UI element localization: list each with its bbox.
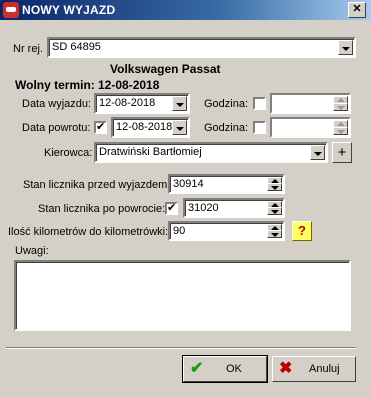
km-count-field[interactable]: 90 [168,221,285,241]
departure-date-label: Data wyjazdu: [22,98,92,110]
odometer-end-field[interactable]: 31020 [183,198,285,218]
window-title: NOWY WYJAZD [22,3,116,17]
driver-select[interactable]: Dratwiński Bartłomiej [94,142,328,163]
departure-time-checkbox[interactable] [253,97,266,110]
departure-time-label: Godzina: [204,98,249,110]
spin-down-icon[interactable] [267,183,282,191]
nr-rej-value: SD 64895 [52,41,101,53]
nr-rej-select[interactable]: SD 64895 [47,37,356,58]
add-driver-button[interactable]: + [332,142,352,163]
return-time-field[interactable] [270,117,351,138]
car-icon [3,2,19,18]
departure-date-picker[interactable]: 12-08-2018 [94,93,190,114]
driver-label: Kierowca: [44,147,93,159]
check-icon: ✔ [190,360,204,377]
help-button[interactable]: ? [292,221,312,241]
nr-rej-label: Nr rej. [13,43,43,55]
return-date-label: Data powrotu: [22,122,91,134]
km-count-label: Ilość kilometrów do kilometrówki: [8,226,169,238]
cancel-button[interactable]: ✖ Anuluj [272,356,356,382]
chevron-down-icon[interactable] [310,145,325,160]
return-date-checkbox[interactable] [94,120,107,134]
plus-icon: + [337,144,347,161]
return-time-label: Godzina: [204,122,249,134]
odometer-end-label: Stan licznika po powrocie: [38,203,166,215]
vehicle-name: Volkswagen Passat [110,62,221,76]
free-date-value: 12-08-2018 [98,78,160,92]
driver-value: Dratwiński Bartłomiej [99,146,202,158]
return-time-checkbox[interactable] [253,121,266,134]
close-icon: ✕ [352,3,362,15]
cancel-label: Anuluj [309,363,340,375]
chevron-down-icon[interactable] [338,40,353,55]
spin-down-icon[interactable] [333,103,348,111]
return-date-picker[interactable]: 12-08-2018 [111,117,190,138]
departure-time-field[interactable] [270,93,351,114]
x-icon: ✖ [279,360,293,377]
chevron-down-icon[interactable] [172,120,187,135]
spin-down-icon[interactable] [267,207,282,215]
odometer-start-label: Stan licznika przed wyjazdem: [23,179,171,191]
chevron-down-icon[interactable] [172,96,187,111]
km-count-value: 90 [173,225,186,237]
ok-label: OK [226,363,242,375]
spin-down-icon[interactable] [267,230,282,238]
free-date-label: Wolny termin: [15,78,95,92]
departure-date-value: 12-08-2018 [99,97,156,109]
ok-button[interactable]: ✔ OK [182,355,268,383]
return-date-value: 12-08-2018 [116,121,173,133]
separator [6,347,356,349]
notes-label: Uwagi: [15,245,49,257]
notes-textarea[interactable] [14,260,351,331]
spin-down-icon[interactable] [333,127,348,135]
odometer-start-field[interactable]: 30914 [168,174,285,194]
odometer-start-value: 30914 [173,178,204,190]
close-button[interactable]: ✕ [348,2,366,18]
question-icon: ? [298,223,306,238]
odometer-end-checkbox[interactable] [165,201,178,215]
odometer-end-value: 31020 [188,202,219,214]
